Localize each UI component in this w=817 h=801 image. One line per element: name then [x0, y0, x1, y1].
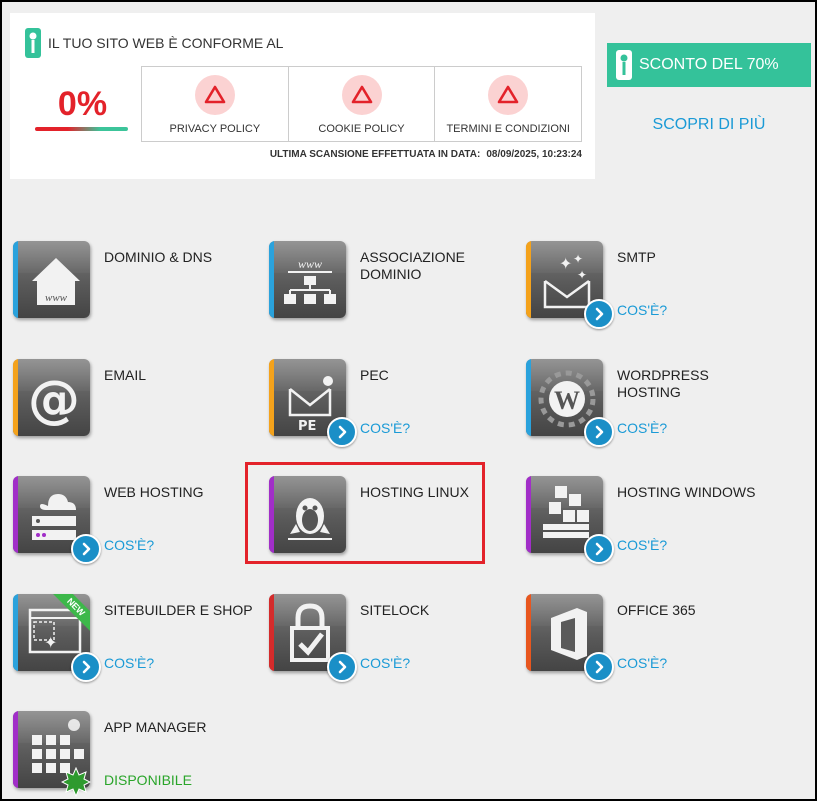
- service-label[interactable]: SITEBUILDER E SHOP: [104, 602, 254, 619]
- arrow-right-icon[interactable]: [584, 652, 614, 682]
- service-item[interactable]: ✦ ✦ ✦ SMTP COS'È?: [526, 241, 766, 331]
- arrow-right-icon[interactable]: [327, 652, 357, 682]
- svg-text:W: W: [554, 386, 580, 415]
- what-is-link[interactable]: COS'È?: [104, 537, 154, 553]
- service-item[interactable]: OFFICE 365 COS'È?: [526, 594, 766, 684]
- service-item[interactable]: @ EMAIL: [13, 359, 253, 449]
- service-label[interactable]: SMTP: [617, 249, 767, 266]
- service-label[interactable]: DOMINIO & DNS: [104, 249, 254, 266]
- service-item[interactable]: PE PEC COS'È?: [269, 359, 509, 449]
- svg-text:✦: ✦: [44, 633, 57, 652]
- service-label[interactable]: APP MANAGER: [104, 719, 254, 736]
- service-label[interactable]: WORDPRESS HOSTING: [617, 367, 767, 401]
- warning-icon: [341, 75, 382, 115]
- what-is-link[interactable]: COS'È?: [617, 537, 667, 553]
- svg-text:PE: PE: [298, 419, 316, 434]
- discover-more-link[interactable]: SCOPRI DI PIÙ: [607, 116, 811, 134]
- svg-text:www: www: [298, 257, 322, 271]
- service-item[interactable]: HOSTING WINDOWS COS'È?: [526, 476, 766, 566]
- arrow-right-icon[interactable]: [71, 534, 101, 564]
- policy-privacy[interactable]: PRIVACY POLICY: [142, 67, 289, 141]
- service-tile[interactable]: www: [269, 241, 346, 318]
- arrow-right-icon[interactable]: [584, 534, 614, 564]
- svg-text:✦: ✦: [573, 252, 583, 266]
- arrow-right-icon[interactable]: [584, 417, 614, 447]
- selection-highlight: [245, 462, 485, 564]
- promo-icon: [616, 50, 632, 80]
- service-label[interactable]: EMAIL: [104, 367, 254, 384]
- warning-icon: [488, 75, 529, 115]
- service-item[interactable]: www DOMINIO & DNS: [13, 241, 253, 331]
- what-is-link[interactable]: COS'È?: [360, 420, 410, 436]
- compliance-icon: [25, 28, 41, 58]
- policy-label: COOKIE POLICY: [318, 123, 405, 135]
- what-is-link[interactable]: COS'È?: [360, 655, 410, 671]
- available-label: DISPONIBILE: [104, 772, 192, 788]
- service-label[interactable]: ASSOCIAZIONE DOMINIO: [360, 249, 510, 283]
- service-item[interactable]: APP MANAGER DISPONIBILE: [13, 711, 254, 799]
- compliance-title: IL TUO SITO WEB È CONFORME AL: [48, 35, 284, 51]
- page-frame: IL TUO SITO WEB È CONFORME AL 0% PRIVACY…: [0, 0, 817, 801]
- service-item[interactable]: ✦ NEW SITEBUILDER E SHOP COS'È?: [13, 594, 253, 684]
- policy-label: PRIVACY POLICY: [169, 123, 261, 135]
- house-www-icon: www: [32, 258, 80, 305]
- starburst-icon: [60, 766, 92, 798]
- compliance-panel: IL TUO SITO WEB È CONFORME AL 0% PRIVACY…: [10, 13, 595, 179]
- warning-icon: [194, 75, 235, 115]
- compliance-percent: 0%: [57, 85, 108, 123]
- service-item[interactable]: www ASSOCIAZIONE DOMINIO: [269, 241, 509, 331]
- discount-label: SCONTO DEL 70%: [639, 56, 779, 73]
- service-label[interactable]: WEB HOSTING: [104, 484, 254, 501]
- service-label[interactable]: SITELOCK: [360, 602, 510, 619]
- what-is-link[interactable]: COS'È?: [104, 655, 154, 671]
- at-sign-icon: @: [28, 370, 80, 430]
- policy-label: TERMINI E CONDIZIONI: [446, 123, 570, 135]
- svg-text:✦: ✦: [559, 254, 572, 273]
- service-label[interactable]: OFFICE 365: [617, 602, 767, 619]
- what-is-link[interactable]: COS'È?: [617, 655, 667, 671]
- new-badge: NEW: [50, 594, 90, 634]
- arrow-right-icon[interactable]: [71, 652, 101, 682]
- scan-label: ULTIMA SCANSIONE EFFETTUATA IN DATA:: [269, 149, 481, 160]
- what-is-link[interactable]: COS'È?: [617, 302, 667, 318]
- compliance-bar: [35, 127, 128, 131]
- service-tile[interactable]: @: [13, 359, 90, 436]
- what-is-link[interactable]: COS'È?: [617, 420, 667, 436]
- service-label[interactable]: PEC: [360, 367, 510, 384]
- service-item[interactable]: SITELOCK COS'È?: [269, 594, 509, 684]
- service-item[interactable]: W WORDPRESS HOSTING COS'È?: [526, 359, 766, 449]
- policy-cookie[interactable]: COOKIE POLICY: [289, 67, 436, 141]
- arrow-right-icon[interactable]: [584, 299, 614, 329]
- last-scan-info: ULTIMA SCANSIONE EFFETTUATA IN DATA: 08/0…: [270, 149, 582, 160]
- www-network-icon: www: [284, 257, 336, 304]
- svg-text:✦: ✦: [577, 268, 587, 282]
- policy-terms[interactable]: TERMINI E CONDIZIONI: [435, 67, 581, 141]
- arrow-right-icon[interactable]: [327, 417, 357, 447]
- svg-text:@: @: [28, 370, 80, 430]
- policy-boxes: PRIVACY POLICY COOKIE POLICY TERMINI E C…: [141, 66, 582, 142]
- svg-text:www: www: [45, 292, 68, 304]
- service-tile[interactable]: www: [13, 241, 90, 318]
- scan-date: 08/09/2025, 10:23:24: [486, 149, 582, 160]
- discount-button[interactable]: SCONTO DEL 70%: [607, 43, 811, 87]
- service-item[interactable]: WEB HOSTING COS'È?: [13, 476, 253, 566]
- service-label[interactable]: HOSTING WINDOWS: [617, 484, 767, 501]
- new-badge-label: NEW: [50, 594, 90, 634]
